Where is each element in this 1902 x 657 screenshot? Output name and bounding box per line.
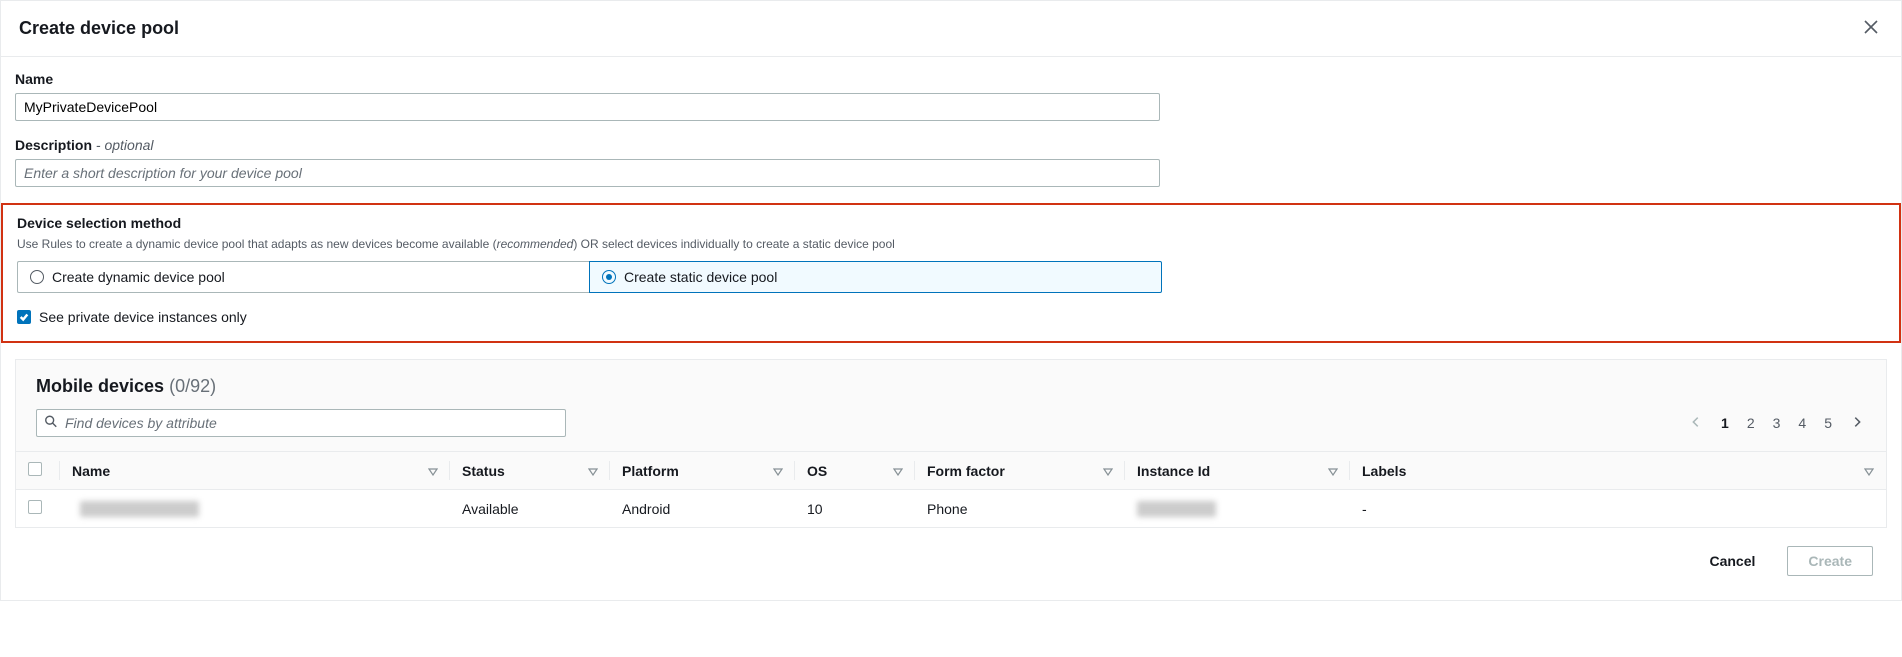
cell-os: 10 bbox=[795, 490, 915, 528]
col-os[interactable]: OS bbox=[795, 452, 915, 490]
private-only-row: See private device instances only bbox=[17, 309, 1885, 325]
option-static-pool[interactable]: Create static device pool bbox=[589, 261, 1162, 293]
sort-icon bbox=[588, 463, 598, 479]
private-only-checkbox[interactable] bbox=[17, 310, 31, 324]
page-3[interactable]: 3 bbox=[1771, 413, 1783, 433]
sort-icon bbox=[1864, 463, 1874, 479]
name-field-group: Name bbox=[15, 71, 1887, 121]
select-all-checkbox[interactable] bbox=[28, 462, 42, 476]
page-5[interactable]: 5 bbox=[1822, 413, 1834, 433]
cell-labels: - bbox=[1350, 490, 1886, 528]
description-label: Description - optional bbox=[15, 137, 1887, 153]
sort-icon bbox=[773, 463, 783, 479]
cell-status: Available bbox=[450, 490, 610, 528]
col-platform[interactable]: Platform bbox=[610, 452, 795, 490]
cancel-button[interactable]: Cancel bbox=[1689, 546, 1775, 576]
page-2[interactable]: 2 bbox=[1745, 413, 1757, 433]
pagination: 1 2 3 4 5 bbox=[1687, 413, 1866, 434]
col-select-all bbox=[16, 452, 60, 490]
private-only-label: See private device instances only bbox=[39, 309, 247, 325]
cell-form-factor: Phone bbox=[915, 490, 1125, 528]
panel-title: Mobile devices (0/92) bbox=[36, 376, 1866, 397]
device-name-redacted: ████████████ bbox=[80, 501, 199, 517]
sort-icon bbox=[893, 463, 903, 479]
cell-name: ████████████ bbox=[72, 501, 438, 517]
col-instance-id[interactable]: Instance Id bbox=[1125, 452, 1350, 490]
modal-title: Create device pool bbox=[19, 18, 179, 39]
close-button[interactable] bbox=[1859, 15, 1883, 42]
modal-header: Create device pool bbox=[1, 1, 1901, 57]
page-next[interactable] bbox=[1848, 413, 1866, 434]
create-button[interactable]: Create bbox=[1787, 546, 1873, 576]
sort-icon bbox=[428, 463, 438, 479]
col-name[interactable]: Name bbox=[60, 452, 450, 490]
device-search-input[interactable] bbox=[36, 409, 566, 437]
col-labels[interactable]: Labels bbox=[1350, 452, 1886, 490]
panel-header: Mobile devices (0/92) 1 bbox=[16, 360, 1886, 451]
modal-body: Name Description - optional Device selec… bbox=[1, 57, 1901, 600]
cell-instance-id: ████████ bbox=[1125, 490, 1350, 528]
sort-icon bbox=[1328, 463, 1338, 479]
mobile-devices-panel: Mobile devices (0/92) 1 bbox=[15, 359, 1887, 528]
selection-method-label: Device selection method bbox=[17, 215, 1885, 231]
row-checkbox[interactable] bbox=[28, 500, 42, 514]
option-dynamic-pool[interactable]: Create dynamic device pool bbox=[17, 261, 589, 293]
search-wrap bbox=[36, 409, 566, 437]
table-row[interactable]: ████████████ Available Android 10 Phone … bbox=[16, 490, 1886, 528]
name-label: Name bbox=[15, 71, 1887, 87]
page-4[interactable]: 4 bbox=[1796, 413, 1808, 433]
selection-method-help: Use Rules to create a dynamic device poo… bbox=[17, 237, 1885, 251]
search-icon bbox=[44, 415, 58, 432]
cell-platform: Android bbox=[610, 490, 795, 528]
create-device-pool-modal: Create device pool Name Description - op… bbox=[0, 0, 1902, 601]
panel-toolbar: 1 2 3 4 5 bbox=[36, 409, 1866, 437]
table-header-row: Name Status Platform OS bbox=[16, 452, 1886, 490]
page-1[interactable]: 1 bbox=[1719, 413, 1731, 433]
selection-method-highlight: Device selection method Use Rules to cre… bbox=[1, 203, 1901, 343]
page-prev[interactable] bbox=[1687, 413, 1705, 434]
col-status[interactable]: Status bbox=[450, 452, 610, 490]
modal-footer: Cancel Create bbox=[15, 528, 1887, 586]
selection-method-toggle: Create dynamic device pool Create static… bbox=[17, 261, 1162, 293]
radio-icon bbox=[602, 270, 616, 284]
description-input[interactable] bbox=[15, 159, 1160, 187]
name-input[interactable] bbox=[15, 93, 1160, 121]
radio-icon bbox=[30, 270, 44, 284]
devices-table: Name Status Platform OS bbox=[16, 451, 1886, 527]
col-form-factor[interactable]: Form factor bbox=[915, 452, 1125, 490]
close-icon bbox=[1863, 23, 1879, 38]
description-field-group: Description - optional bbox=[15, 137, 1887, 187]
sort-icon bbox=[1103, 463, 1113, 479]
